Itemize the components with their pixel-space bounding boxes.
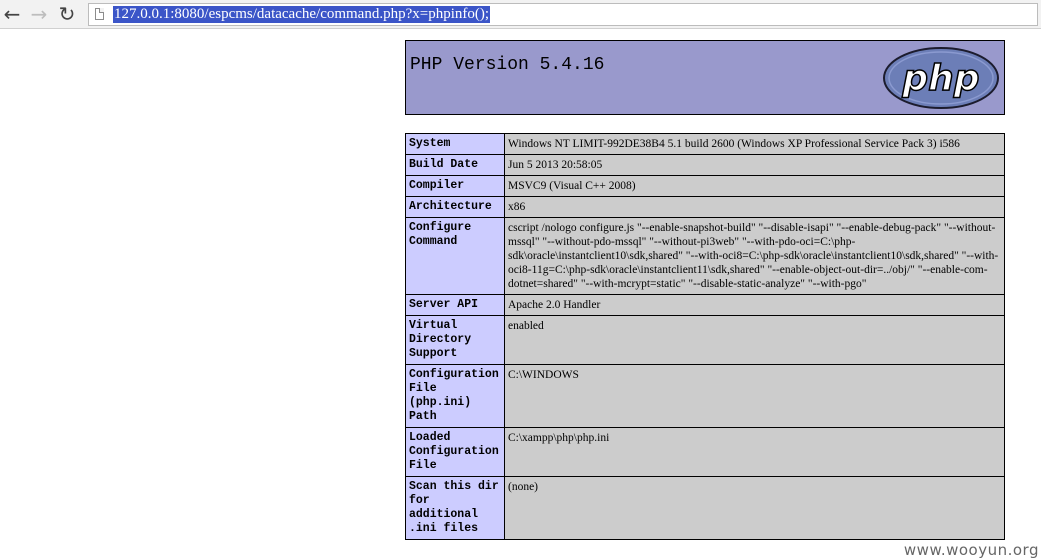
info-label: System bbox=[405, 133, 505, 155]
php-version-title: PHP Version 5.4.16 bbox=[410, 55, 605, 75]
info-row: Compiler MSVC9 (Visual C++ 2008) bbox=[405, 175, 1005, 197]
phpinfo-header: PHP Version 5.4.16 php bbox=[405, 40, 1005, 115]
info-label: Server API bbox=[405, 294, 505, 316]
arrow-left-icon[interactable]: ← bbox=[1, 2, 23, 26]
info-label: Configuration File (php.ini) Path bbox=[405, 364, 505, 428]
info-label: Configure Command bbox=[405, 217, 505, 295]
phpinfo-content: PHP Version 5.4.16 php System Windows NT … bbox=[405, 40, 1005, 540]
info-value: Windows NT LIMIT-992DE38B4 5.1 build 260… bbox=[504, 133, 1005, 155]
info-row: System Windows NT LIMIT-992DE38B4 5.1 bui… bbox=[405, 133, 1005, 155]
url-text[interactable]: 127.0.0.1:8080/espcms/datacache/command.… bbox=[113, 6, 491, 23]
arrow-right-icon[interactable]: → bbox=[28, 2, 50, 26]
info-value: (none) bbox=[504, 476, 1005, 540]
info-row: Loaded Configuration File C:\xampp\php\ph… bbox=[405, 427, 1005, 477]
info-label: Loaded Configuration File bbox=[405, 427, 505, 477]
info-label: Architecture bbox=[405, 196, 505, 218]
info-value: cscript /nologo configure.js "--enable-s… bbox=[504, 217, 1005, 295]
info-value: MSVC9 (Visual C++ 2008) bbox=[504, 175, 1005, 197]
info-row: Virtual Directory Support enabled bbox=[405, 315, 1005, 365]
info-row: Server API Apache 2.0 Handler bbox=[405, 294, 1005, 316]
info-value: enabled bbox=[504, 315, 1005, 365]
info-value: Apache 2.0 Handler bbox=[504, 294, 1005, 316]
page-icon bbox=[95, 8, 104, 20]
info-value: C:\xampp\php\php.ini bbox=[504, 427, 1005, 477]
info-label: Virtual Directory Support bbox=[405, 315, 505, 365]
browser-toolbar: ← → ↻ 127.0.0.1:8080/espcms/datacache/co… bbox=[0, 0, 1041, 29]
info-label: Compiler bbox=[405, 175, 505, 197]
reload-icon[interactable]: ↻ bbox=[56, 2, 78, 26]
info-value: Jun 5 2013 20:58:05 bbox=[504, 154, 1005, 176]
info-value: x86 bbox=[504, 196, 1005, 218]
info-row: Scan this dir for additional .ini files(… bbox=[405, 476, 1005, 540]
info-label: Scan this dir for additional .ini files bbox=[405, 476, 505, 540]
watermark-text: www.wooyun.org bbox=[903, 541, 1039, 559]
php-logo[interactable]: php bbox=[882, 46, 1000, 110]
php-logo-text: php bbox=[901, 58, 979, 99]
info-label: Build Date bbox=[405, 154, 505, 176]
info-row: Build Date Jun 5 2013 20:58:05 bbox=[405, 154, 1005, 176]
phpinfo-table: System Windows NT LIMIT-992DE38B4 5.1 bui… bbox=[405, 133, 1005, 540]
address-bar[interactable]: 127.0.0.1:8080/espcms/datacache/command.… bbox=[88, 3, 1038, 26]
info-row: Architecture x86 bbox=[405, 196, 1005, 218]
info-row: Configure Command cscript /nologo configu… bbox=[405, 217, 1005, 295]
info-row: Configuration File (php.ini) Path C:\WIND… bbox=[405, 364, 1005, 428]
info-value: C:\WINDOWS bbox=[504, 364, 1005, 428]
